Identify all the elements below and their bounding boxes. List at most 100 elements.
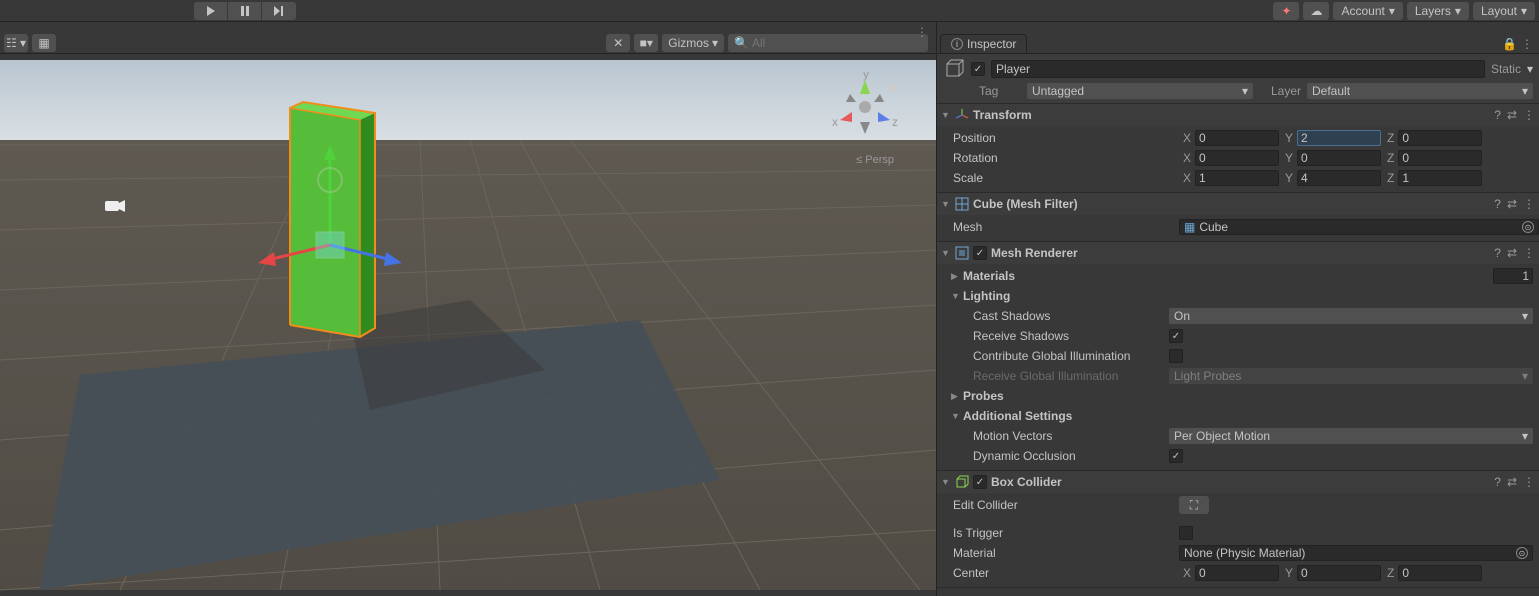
camera-button[interactable]: ■▾: [634, 34, 658, 52]
istrigger-checkbox[interactable]: [1179, 526, 1193, 540]
help-icon[interactable]: ?: [1494, 197, 1501, 211]
preset-icon[interactable]: ⇄: [1507, 197, 1517, 211]
shading-mode-button[interactable]: ☷ ▾: [4, 34, 28, 52]
help-icon[interactable]: ?: [1494, 108, 1501, 122]
scene-search-input[interactable]: [752, 36, 922, 50]
2d-button[interactable]: ▦: [32, 34, 56, 52]
position-label: Position: [951, 131, 1179, 145]
istrigger-label: Is Trigger: [951, 526, 1179, 540]
scene-search[interactable]: 🔍: [728, 34, 928, 52]
center-z[interactable]: [1398, 565, 1482, 581]
menu-icon[interactable]: ⋮: [1523, 197, 1535, 211]
camera-icon: [102, 197, 128, 215]
motionvectors-label: Motion Vectors: [951, 429, 1169, 443]
tag-dropdown[interactable]: Untagged▾: [1027, 83, 1253, 99]
rotation-y[interactable]: [1297, 150, 1381, 166]
receive-gi-value: Light Probes: [1174, 369, 1241, 383]
meshrenderer-icon: [955, 246, 969, 260]
motionvectors-value: Per Object Motion: [1174, 429, 1270, 443]
gameobject-name-input[interactable]: [991, 60, 1485, 78]
object-picker-icon[interactable]: ⊙: [1522, 221, 1534, 233]
receive-gi-dropdown: Light Probes▾: [1169, 368, 1533, 384]
position-z[interactable]: [1398, 130, 1482, 146]
mesh-value: Cube: [1199, 220, 1228, 234]
help-icon[interactable]: ?: [1494, 475, 1501, 489]
pause-button[interactable]: [228, 2, 262, 20]
rotation-x[interactable]: [1195, 150, 1279, 166]
fold-icon[interactable]: ▼: [941, 199, 951, 209]
fold-icon[interactable]: ▼: [951, 291, 961, 301]
contribute-gi-checkbox[interactable]: [1169, 349, 1183, 363]
collab-icon[interactable]: ✦: [1273, 2, 1299, 20]
position-y[interactable]: [1297, 130, 1381, 146]
position-x[interactable]: [1195, 130, 1279, 146]
panel-menu-icon[interactable]: ⋮: [1521, 37, 1533, 51]
materials-count[interactable]: [1493, 268, 1533, 284]
account-label: Account: [1341, 4, 1384, 18]
castshadows-dropdown[interactable]: On▾: [1169, 308, 1533, 324]
preset-icon[interactable]: ⇄: [1507, 475, 1517, 489]
step-button[interactable]: [262, 2, 296, 20]
recvshadows-checkbox[interactable]: ✓: [1169, 329, 1183, 343]
scale-y[interactable]: [1297, 170, 1381, 186]
center-y[interactable]: [1297, 565, 1381, 581]
editcollider-button[interactable]: ⛶: [1179, 496, 1209, 514]
motionvectors-dropdown[interactable]: Per Object Motion▾: [1169, 428, 1533, 444]
mesh-field[interactable]: ▦ Cube ⊙: [1179, 219, 1539, 235]
inspector-panel: i Inspector 🔒 ⋮ ✓ Static ▾ Tag Untagged▾…: [937, 22, 1539, 596]
object-picker-icon[interactable]: ⊙: [1516, 547, 1528, 559]
inspector-tab[interactable]: i Inspector: [940, 34, 1027, 53]
scale-x[interactable]: [1195, 170, 1279, 186]
layers-dropdown[interactable]: Layers▾: [1407, 2, 1469, 20]
static-dropdown[interactable]: ▾: [1527, 62, 1533, 76]
layout-dropdown[interactable]: Layout▾: [1473, 2, 1535, 20]
transform-component: ▼ Transform ? ⇄ ⋮ Position X Y Z: [937, 104, 1539, 193]
boxcollider-enabled-checkbox[interactable]: ✓: [973, 475, 987, 489]
player-cube[interactable]: [290, 102, 375, 337]
scale-label: Scale: [951, 171, 1179, 185]
scene-canvas[interactable]: y x z Persp: [0, 54, 936, 596]
fold-icon[interactable]: ▼: [951, 411, 961, 421]
fold-icon[interactable]: ▼: [941, 477, 951, 487]
center-label: Center: [951, 566, 1179, 580]
fold-icon[interactable]: ▶: [951, 391, 961, 402]
dynocc-checkbox[interactable]: ✓: [1169, 449, 1183, 463]
mesh-label: Mesh: [951, 220, 1179, 234]
top-toolbar: ✦ ☁ Account▾ Layers▾ Layout▾: [0, 0, 1539, 22]
menu-icon[interactable]: ⋮: [1523, 108, 1535, 122]
gameobject-active-checkbox[interactable]: ✓: [971, 62, 985, 76]
physmat-field[interactable]: None (Physic Material) ⊙: [1179, 545, 1533, 561]
lock-icon[interactable]: 🔒: [1502, 37, 1517, 51]
scale-z[interactable]: [1398, 170, 1482, 186]
rotation-z[interactable]: [1398, 150, 1482, 166]
fold-icon[interactable]: ▶: [951, 271, 961, 282]
layer-dropdown[interactable]: Default▾: [1307, 83, 1533, 99]
meshrenderer-enabled-checkbox[interactable]: ✓: [973, 246, 987, 260]
menu-icon[interactable]: ⋮: [1523, 475, 1535, 489]
meshrenderer-title: Mesh Renderer: [991, 246, 1078, 260]
fold-icon[interactable]: ▼: [941, 248, 951, 258]
menu-icon[interactable]: ⋮: [1523, 246, 1535, 260]
help-icon[interactable]: ?: [1494, 246, 1501, 260]
perspective-label[interactable]: Persp: [856, 154, 894, 166]
play-button[interactable]: [194, 2, 228, 20]
layout-label: Layout: [1481, 4, 1517, 18]
preset-icon[interactable]: ⇄: [1507, 108, 1517, 122]
meshfilter-icon: [955, 197, 969, 211]
scene-toolbar: ☷ ▾ ▦ ✕ ■▾ Gizmos▾ 🔍: [0, 32, 936, 54]
lighting-label: Lighting: [961, 289, 1010, 303]
account-dropdown[interactable]: Account▾: [1333, 2, 1402, 20]
tools-button[interactable]: ✕: [606, 34, 630, 52]
preset-icon[interactable]: ⇄: [1507, 246, 1517, 260]
rotation-label: Rotation: [951, 151, 1179, 165]
meshfilter-title: Cube (Mesh Filter): [973, 197, 1078, 211]
position-fields: X Y Z: [1179, 130, 1482, 146]
layer-label: Layer: [1259, 84, 1301, 98]
dynocc-label: Dynamic Occlusion: [951, 449, 1169, 463]
scene-axis-gizmo[interactable]: y x z: [830, 72, 900, 142]
panel-menu-icon[interactable]: ⋮: [916, 25, 928, 39]
gizmos-dropdown[interactable]: Gizmos▾: [662, 34, 724, 52]
fold-icon[interactable]: ▼: [941, 110, 951, 120]
cloud-icon[interactable]: ☁: [1303, 2, 1329, 20]
center-x[interactable]: [1195, 565, 1279, 581]
